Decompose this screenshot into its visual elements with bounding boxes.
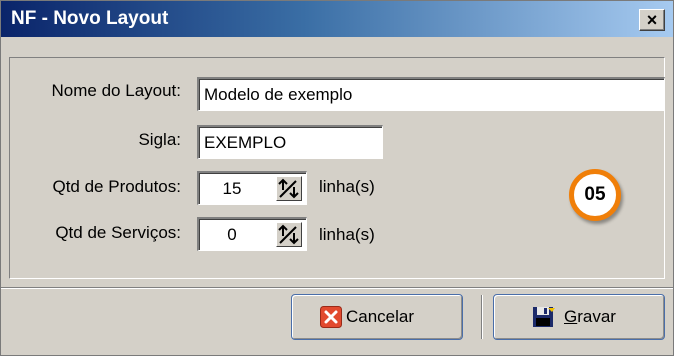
footer-divider [1, 287, 673, 289]
sigla-input[interactable]: EXEMPLO [197, 125, 383, 159]
save-label: Gravar [564, 307, 616, 326]
produtos-label: Qtd de Produtos: [52, 177, 181, 196]
servicos-value: 0 [227, 225, 237, 244]
servicos-spin-button[interactable] [276, 222, 302, 247]
cancel-button[interactable]: Cancelar [291, 294, 463, 340]
button-separator [481, 295, 483, 339]
produtos-unit: linha(s) [319, 177, 375, 196]
title-bar[interactable]: NF - Novo Layout × [1, 1, 673, 37]
servicos-label: Qtd de Serviços: [55, 223, 181, 242]
produtos-value: 15 [222, 179, 242, 198]
nome-label: Nome do Layout: [51, 81, 181, 100]
close-button[interactable]: × [639, 9, 665, 31]
produtos-stepper[interactable]: 15 [197, 171, 307, 205]
floppy-disk-icon [532, 306, 556, 328]
spin-updown-icon [278, 178, 299, 199]
sigla-label: Sigla: [138, 130, 181, 149]
sigla-value: EXEMPLO [204, 133, 287, 152]
save-button[interactable]: Gravar [493, 294, 665, 340]
cancel-label: Cancelar [346, 307, 415, 326]
window-title: NF - Novo Layout [11, 8, 169, 29]
spin-updown-icon [278, 224, 299, 245]
servicos-stepper[interactable]: 0 [197, 217, 307, 251]
servicos-unit: linha(s) [319, 225, 375, 244]
cancel-x-icon [320, 306, 342, 328]
step-badge: 05 [569, 169, 621, 221]
close-icon: × [646, 10, 658, 30]
nome-value: Modelo de exemplo [204, 85, 353, 104]
produtos-spin-button[interactable] [276, 176, 302, 201]
dialog-window: NF - Novo Layout × Nome do Layout: Model… [0, 0, 674, 356]
nome-input[interactable]: Modelo de exemplo [197, 77, 665, 111]
